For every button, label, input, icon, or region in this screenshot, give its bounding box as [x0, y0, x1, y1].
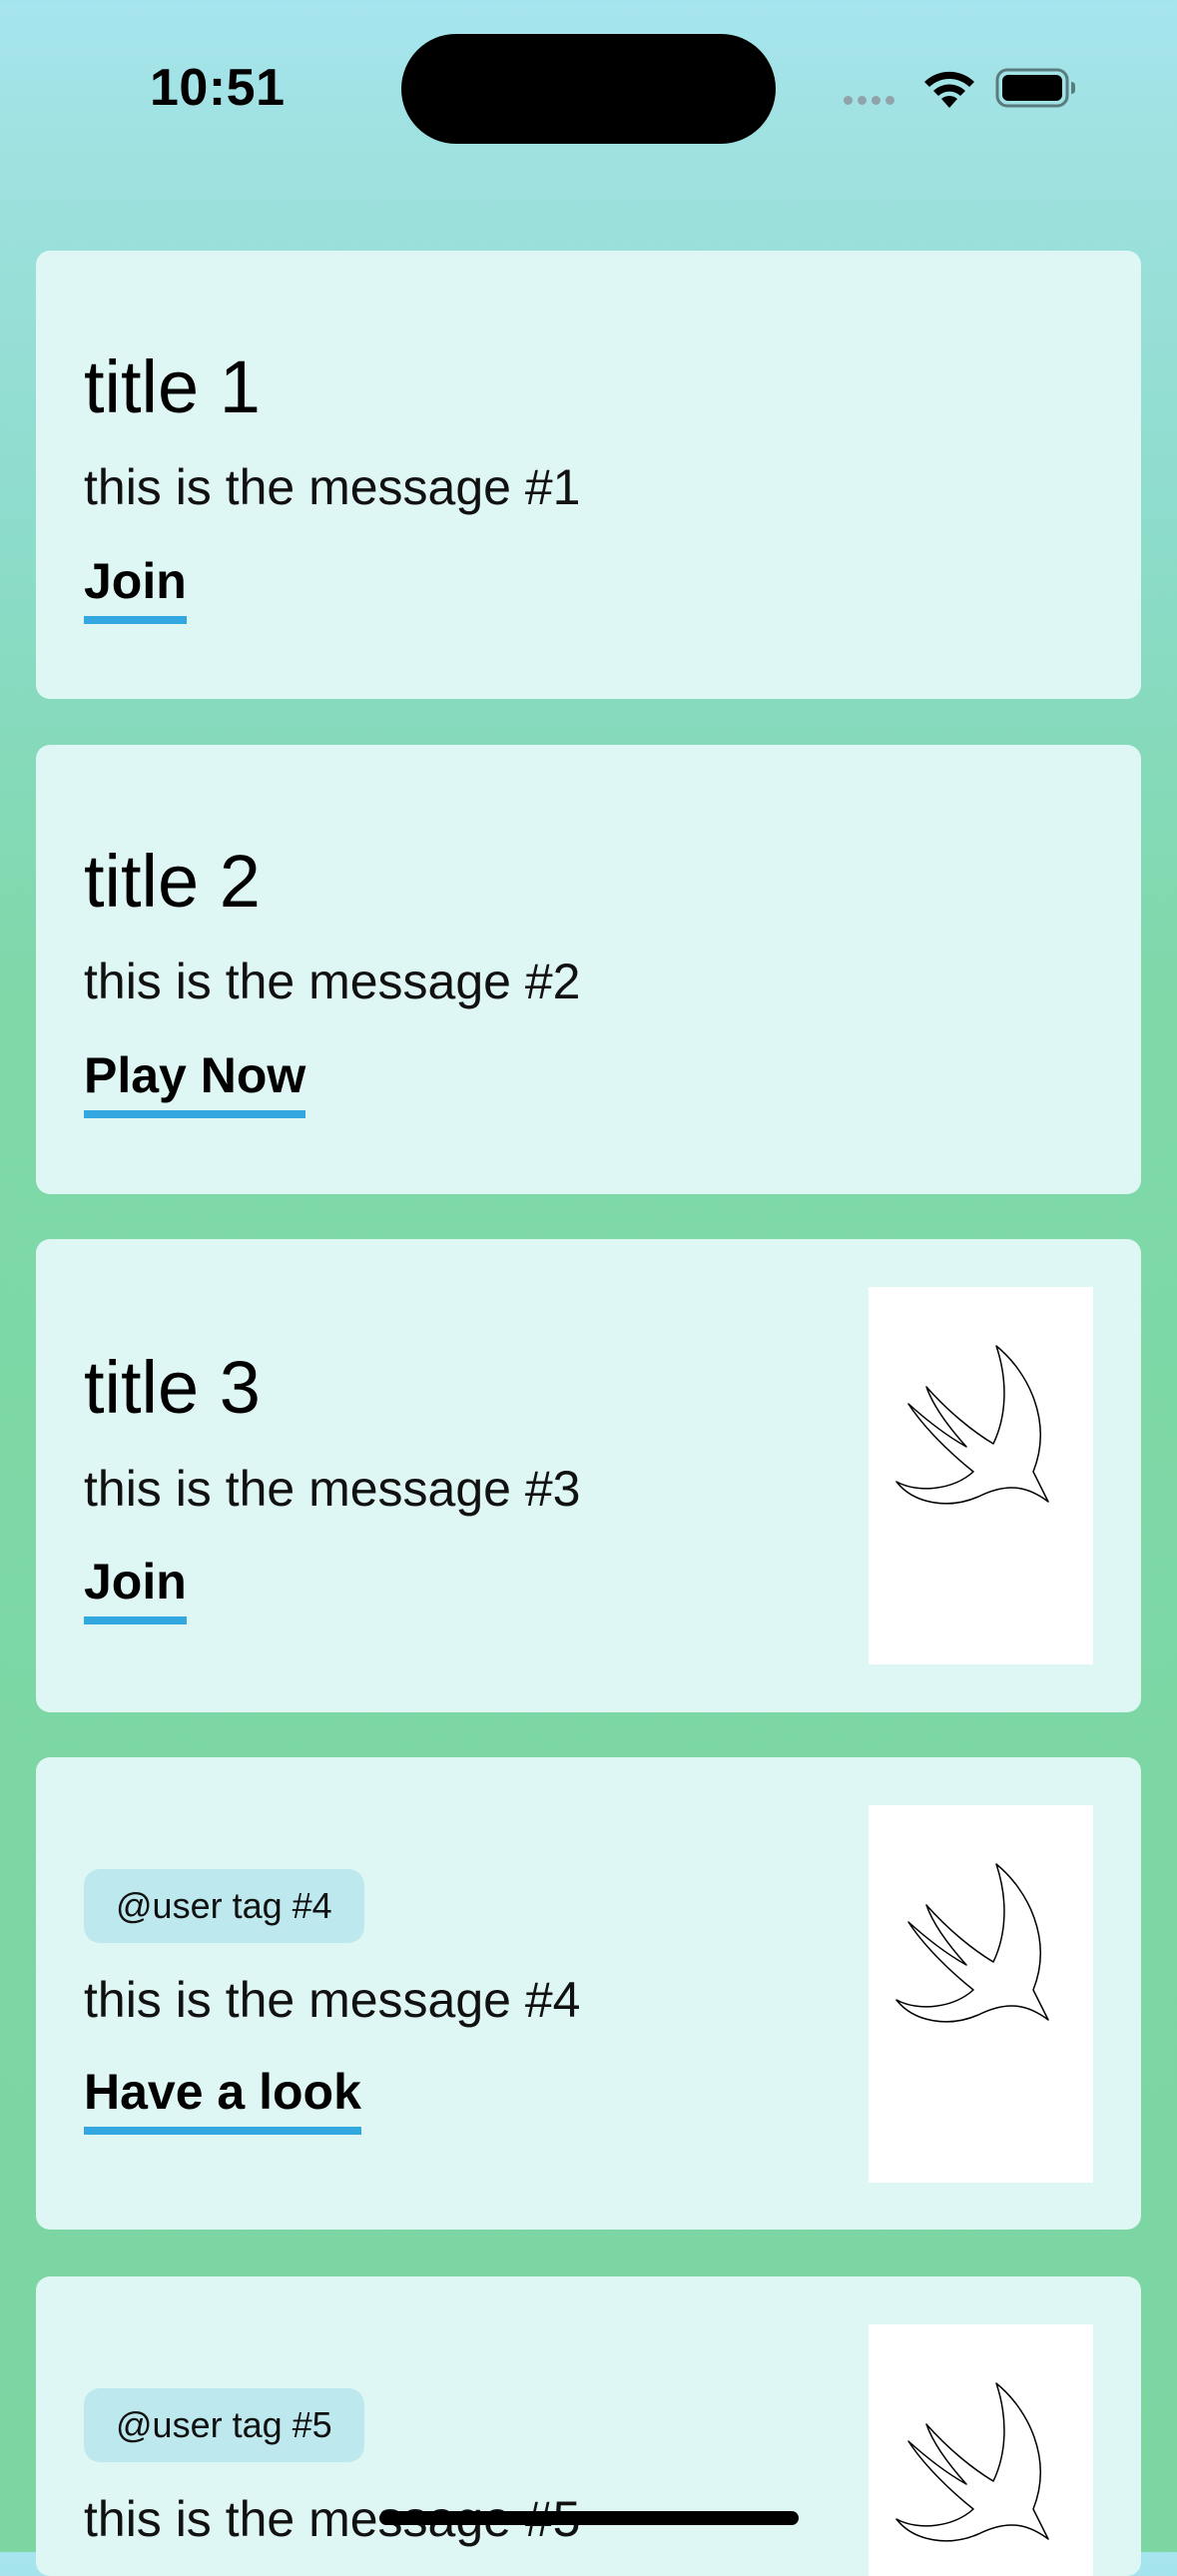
card-title: title 2 [84, 840, 261, 923]
status-time: 10:51 [150, 59, 286, 117]
battery-icon [995, 68, 1075, 108]
card-5[interactable]: @user tag #5 this is the message #5 [36, 2276, 1141, 2576]
join-button[interactable]: Join [84, 556, 187, 624]
card-2[interactable]: title 2 this is the message #2 Play Now [36, 745, 1141, 1194]
card-3[interactable]: title 3 this is the message #3 Join [36, 1239, 1141, 1712]
card-1[interactable]: title 1 this is the message #1 Join [36, 251, 1141, 699]
card-title: title 1 [84, 345, 261, 428]
swift-bird-icon [895, 1345, 1049, 1505]
user-tag-badge: @user tag #4 [84, 1869, 364, 1943]
play-now-button[interactable]: Play Now [84, 1050, 306, 1118]
card-title: title 3 [84, 1346, 261, 1429]
card-message: this is the message #1 [84, 459, 581, 515]
wifi-icon [924, 71, 974, 108]
card-message: this is the message #3 [84, 1461, 581, 1517]
swift-bird-icon [895, 1863, 1049, 2023]
signal-dots-icon [844, 96, 894, 105]
card-image [869, 1287, 1093, 1664]
dynamic-island [401, 34, 776, 144]
home-indicator[interactable] [379, 2511, 799, 2525]
card-image [869, 2324, 1093, 2576]
status-bar: 10:51 [0, 0, 1177, 180]
have-a-look-button[interactable]: Have a look [84, 2067, 361, 2135]
join-button[interactable]: Join [84, 1557, 187, 1624]
card-message: this is the message #4 [84, 1972, 581, 2028]
user-tag-badge: @user tag #5 [84, 2388, 364, 2462]
swift-bird-icon [895, 2382, 1049, 2542]
card-message: this is the message #2 [84, 954, 581, 1009]
status-icons [844, 66, 1083, 112]
card-image [869, 1805, 1093, 2183]
card-4[interactable]: @user tag #4 this is the message #4 Have… [36, 1757, 1141, 2230]
